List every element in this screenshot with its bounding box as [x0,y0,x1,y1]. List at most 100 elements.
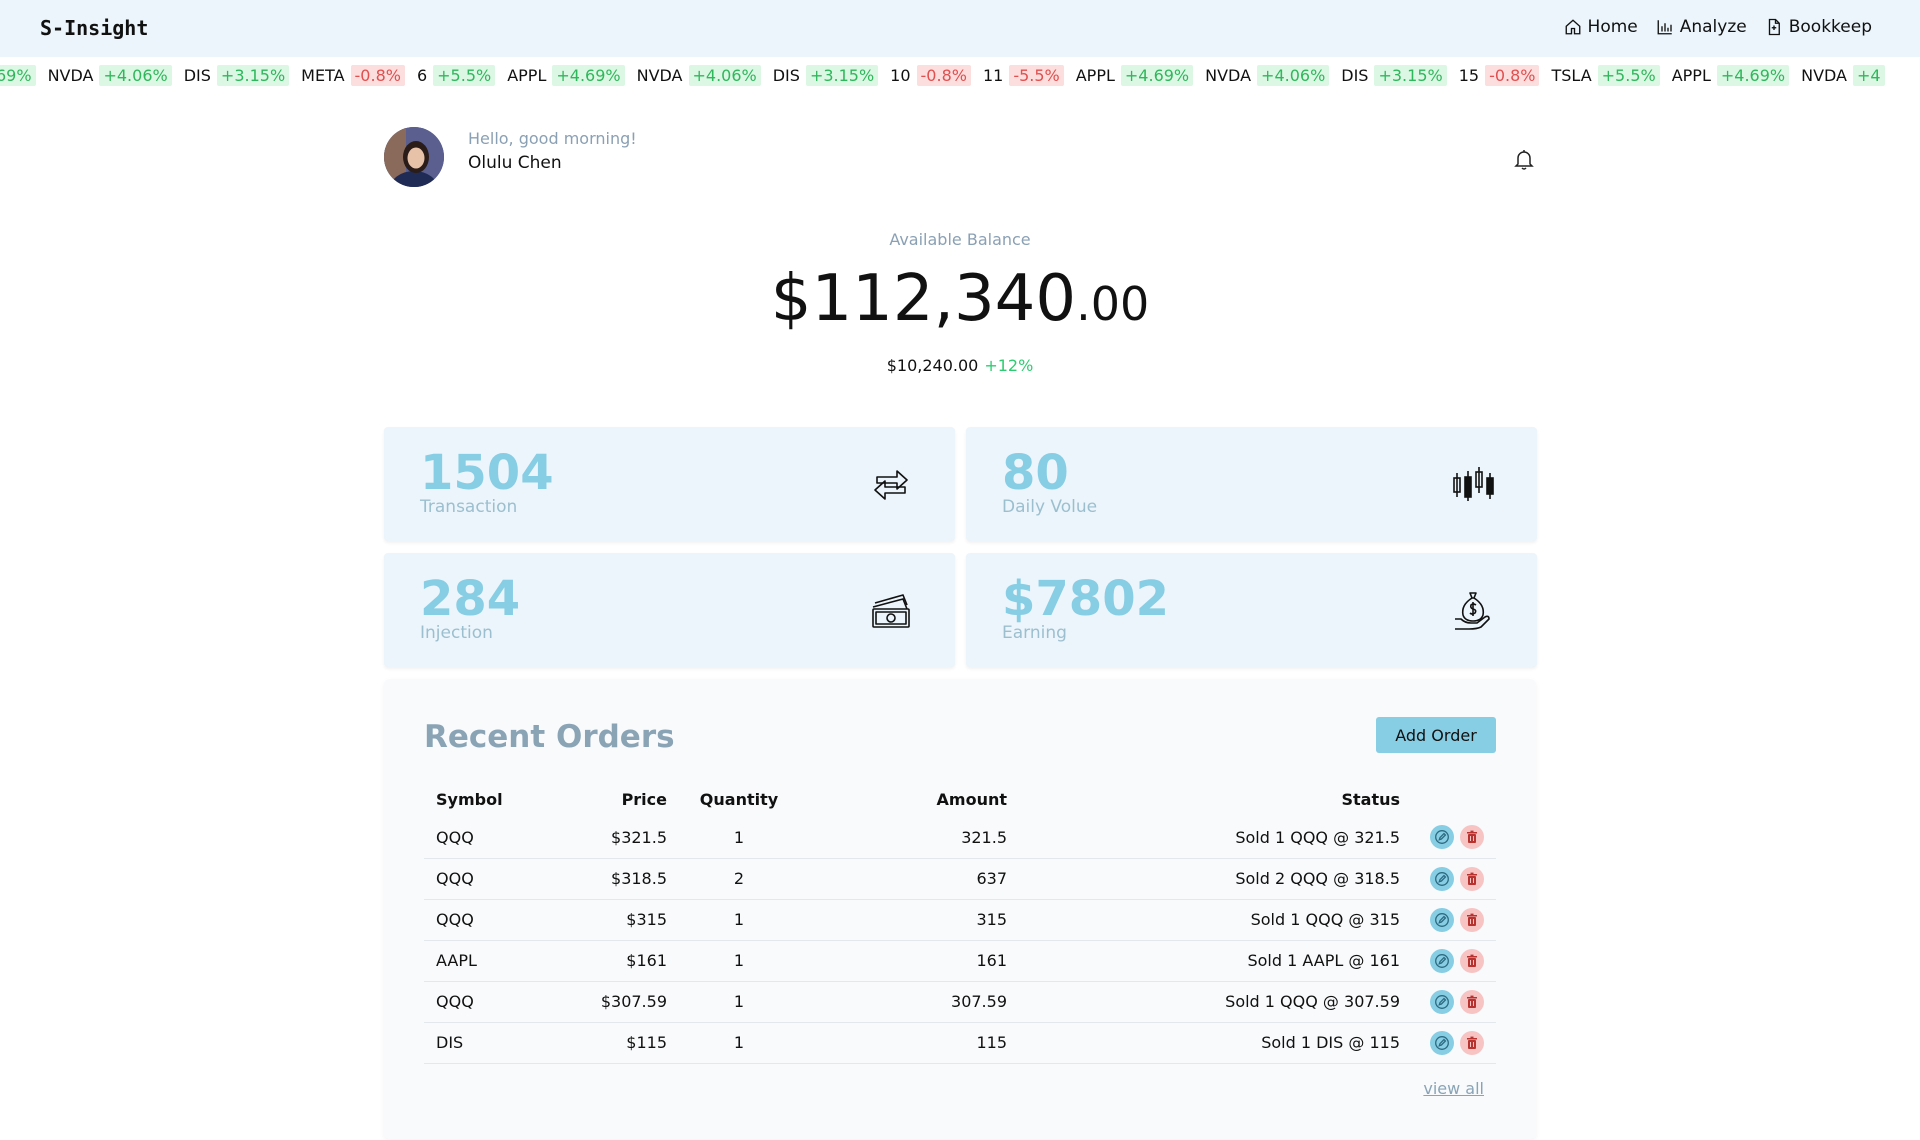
brand-logo[interactable]: S-Insight [40,16,148,40]
stock-ticker: 69% NVDA +4.06% DIS +3.15% META -0.8% 6 +5.5% APP… [0,57,1920,93]
cell-amount: 115 [799,1022,1019,1064]
cell-actions [1412,981,1496,1023]
ticker-item[interactable]: META -0.8% [301,65,405,86]
cell-actions [1412,1022,1496,1064]
edit-icon[interactable] [1430,825,1454,850]
cell-symbol: DIS [424,1022,539,1064]
ticker-symbol: DIS [183,66,211,85]
cash-icon [872,594,910,628]
ticker-item[interactable]: APPL +4.69% [1671,65,1790,86]
edit-icon[interactable] [1430,907,1454,932]
cell-status: Sold 2 QQQ @ 318.5 [1019,858,1412,900]
ticker-change: 69% [0,65,36,86]
ticker-symbol: NVDA [636,66,683,85]
ticker-item[interactable]: TSLA +5.5% [1551,65,1660,86]
cell-symbol: QQQ [424,981,539,1023]
ticker-item[interactable]: DIS +3.15% [1341,65,1447,86]
ticker-item[interactable]: NVDA +4.06% [48,65,172,86]
ticker-item[interactable]: 6 +5.5% [416,65,496,86]
stat-card-injection: 284 Injection [384,553,955,667]
ticker-item[interactable]: APPL +4.69% [1076,65,1194,86]
trash-icon[interactable] [1460,866,1484,891]
ticker-item[interactable]: DIS +3.15% [772,65,879,86]
trash-icon[interactable] [1460,825,1484,850]
ticker-symbol: DIS [1341,66,1369,85]
ticker-item[interactable]: APPL +4.69% [507,65,625,86]
table-row: QQQ $318.5 2 637 Sold 2 QQQ @ 318.5 [424,858,1496,900]
ticker-item[interactable]: DIS +3.15% [183,65,290,86]
edit-icon[interactable] [1430,1030,1454,1055]
column-actions [1412,781,1496,817]
stat-value: 284 [420,571,521,627]
ticker-symbol: TSLA [1551,66,1592,85]
candlestick-icon [1453,467,1494,501]
ticker-symbol: 6 [416,66,428,85]
ticker-item[interactable]: 15 -0.8% [1459,65,1540,86]
stat-value: 80 [1002,445,1069,501]
money-bag-hand-icon [1455,592,1490,630]
cell-symbol: QQQ [424,858,539,900]
ticker-symbol: APPL [1671,66,1711,85]
nav-bookkeep[interactable]: Bookkeep [1765,17,1872,37]
nav-home-label: Home [1587,17,1638,37]
trash-icon[interactable] [1460,948,1484,973]
table-row: QQQ $315 1 315 Sold 1 QQQ @ 315 [424,899,1496,941]
ticker-change: +4.69% [1120,65,1194,86]
ticker-item[interactable]: 69% [0,65,36,86]
ticker-change: +4.06% [1257,65,1330,86]
cell-symbol: QQQ [424,817,539,859]
add-order-button[interactable]: Add Order [1376,717,1496,753]
cell-price: $318.5 [539,858,679,900]
cell-amount: 307.59 [799,981,1019,1023]
orders-table: Symbol Price Quantity Amount Status QQQ $… [424,781,1496,1064]
nav-analyze[interactable]: Analyze [1656,17,1747,37]
ticker-symbol: 11 [982,66,1004,85]
ticker-item[interactable]: 11 -5.5% [983,65,1064,86]
cell-status: Sold 1 AAPL @ 161 [1019,940,1412,982]
edit-icon[interactable] [1430,948,1454,973]
edit-icon[interactable] [1430,866,1454,891]
ticker-change: -0.8% [350,65,405,86]
stat-card-daily-volume: 80 Daily Volue [966,427,1537,541]
stat-label: Earning [1002,623,1067,643]
cell-quantity: 1 [679,981,799,1023]
trash-icon[interactable] [1460,1030,1484,1055]
balance-change: $10,240.00 +12% [384,356,1536,375]
ticker-item[interactable]: NVDA +4.06% [1205,65,1330,86]
avatar[interactable] [384,127,444,187]
balance-cents: .00 [1076,277,1150,331]
edit-icon[interactable] [1430,989,1454,1014]
nav-home[interactable]: Home [1564,17,1638,37]
column-quantity: Quantity [699,789,779,809]
ticker-item[interactable]: NVDA +4 [1801,65,1885,86]
cell-actions [1412,940,1496,982]
ticker-change: +3.15% [805,65,879,86]
cell-quantity: 1 [679,1022,799,1064]
bar-chart-icon [1657,20,1672,35]
bell-icon[interactable] [1512,147,1536,171]
top-bar: S-Insight Home Analyze Bookkeep [0,0,1920,57]
main-content: Hello, good morning! Olulu Chen Availabl… [384,93,1537,1139]
stat-value: $7802 [1002,571,1169,627]
cell-quantity: 1 [679,817,799,859]
ticker-change: +4.69% [552,65,625,86]
balance-amount: $112,340.00 [384,261,1536,342]
ticker-change: +4.69% [1716,65,1790,86]
ticker-symbol: DIS [772,66,800,85]
table-row: AAPL $161 1 161 Sold 1 AAPL @ 161 [424,940,1496,982]
cell-symbol: QQQ [424,899,539,941]
table-header-row: Symbol Price Quantity Amount Status [424,781,1496,817]
trash-icon[interactable] [1460,907,1484,932]
stat-card-transaction: 1504 Transaction [384,427,955,541]
ticker-item[interactable]: NVDA +4.06% [637,65,761,86]
ticker-change: +4.06% [99,65,172,86]
cell-quantity: 1 [679,940,799,982]
ticker-symbol: NVDA [1205,66,1252,85]
ticker-item[interactable]: 10 -0.8% [890,65,971,86]
column-amount: Amount [936,789,1007,809]
greeting-message: Hello, good morning! [468,129,637,148]
stat-value: 1504 [420,445,554,501]
view-all-link[interactable]: view all [1423,1079,1484,1098]
trash-icon[interactable] [1460,989,1484,1014]
greeting-section: Hello, good morning! Olulu Chen [384,93,1536,213]
